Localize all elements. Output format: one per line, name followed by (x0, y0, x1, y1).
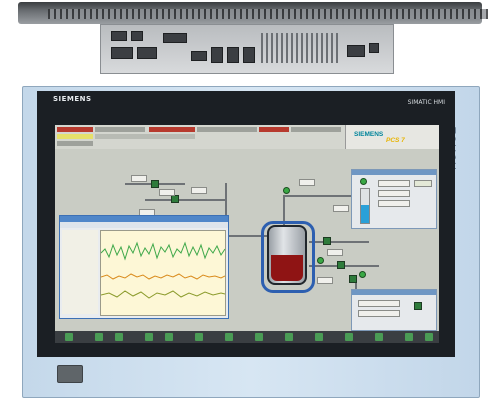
trend-legend (62, 230, 98, 314)
pipe (283, 195, 353, 197)
pipe (145, 199, 225, 201)
value-tag[interactable] (159, 189, 175, 196)
trend-toolbar[interactable] (60, 222, 228, 228)
valve-icon[interactable] (349, 275, 357, 283)
pump-icon[interactable] (359, 271, 366, 278)
trend-curve-orange (100, 273, 226, 280)
model-label: SIMATIC HMI (407, 99, 445, 106)
status-field (291, 127, 341, 132)
nav-button[interactable] (115, 333, 123, 341)
port-connector (137, 47, 157, 59)
screen: SIEMENS SIMATIC HMI SIEMENS PCS 7 (37, 91, 455, 357)
reactor-liquid (271, 255, 303, 281)
vent-grille (261, 33, 341, 63)
status-field (197, 127, 257, 132)
port-connector (111, 31, 127, 41)
alarm-field[interactable] (259, 127, 289, 132)
value-tag[interactable] (378, 190, 410, 197)
alarm-field[interactable] (57, 127, 93, 132)
hmi-header: SIEMENS PCS 7 (55, 125, 439, 149)
panel-bezel: TOUCH SIEMENS SIMATIC HMI SIEMENS PCS 7 (22, 86, 480, 398)
vent-grille (48, 9, 488, 19)
level-bar-fill (361, 205, 369, 223)
trend-curves (100, 241, 226, 299)
hmi-display[interactable]: SIEMENS PCS 7 (55, 125, 439, 343)
warning-field[interactable] (57, 134, 93, 139)
value-tag[interactable] (327, 249, 343, 256)
value-tag[interactable] (414, 180, 432, 187)
nav-button[interactable] (255, 333, 263, 341)
nav-button[interactable] (165, 333, 173, 341)
nav-button[interactable] (65, 333, 73, 341)
nav-button[interactable] (345, 333, 353, 341)
panel-top-edge (18, 2, 488, 24)
pump-icon[interactable] (283, 187, 290, 194)
port-connector (227, 47, 239, 63)
pipe (309, 241, 369, 243)
value-tag[interactable] (299, 179, 315, 186)
status-field (95, 127, 145, 132)
trend-curve-olive (100, 290, 226, 299)
value-tag[interactable] (358, 300, 400, 307)
value-tag[interactable] (378, 200, 410, 207)
value-tag[interactable] (333, 205, 349, 212)
status-field (57, 141, 93, 146)
usb-port-icon (57, 365, 83, 383)
status-indicator-icon (360, 178, 367, 185)
alarm-field[interactable] (149, 127, 195, 132)
hmi-brand-box: SIEMENS PCS 7 (345, 125, 439, 149)
valve-icon[interactable] (337, 261, 345, 269)
port-connector (243, 47, 255, 63)
value-tag[interactable] (131, 175, 147, 182)
port-connector (347, 45, 365, 57)
nav-button[interactable] (375, 333, 383, 341)
nav-button[interactable] (405, 333, 413, 341)
nav-button[interactable] (145, 333, 153, 341)
nav-button[interactable] (425, 333, 433, 341)
trend-plot (100, 230, 226, 316)
hmi-taskbar (55, 331, 439, 343)
port-connector (163, 33, 187, 43)
status-field (149, 134, 195, 139)
trend-window[interactable] (59, 215, 229, 319)
valve-icon[interactable] (171, 195, 179, 203)
level-bar (360, 188, 370, 224)
port-connector (211, 47, 223, 63)
nav-button[interactable] (95, 333, 103, 341)
nav-button[interactable] (225, 333, 233, 341)
brand-logo: SIEMENS (53, 95, 92, 103)
faceplate-titlebar[interactable] (352, 170, 436, 175)
port-connector (131, 31, 143, 41)
reactor-icon[interactable] (267, 225, 307, 285)
rear-port-panel (100, 24, 394, 74)
nav-button[interactable] (315, 333, 323, 341)
nav-button[interactable] (195, 333, 203, 341)
valve-icon[interactable] (414, 302, 422, 310)
value-tag[interactable] (317, 277, 333, 284)
trend-curve-green (100, 241, 226, 261)
port-connector (369, 43, 379, 53)
hmi-product: PCS 7 (386, 137, 405, 144)
hmi-brand: SIEMENS (354, 131, 384, 138)
pump-icon[interactable] (317, 257, 324, 264)
nav-button[interactable] (285, 333, 293, 341)
valve-icon[interactable] (151, 180, 159, 188)
valve-icon[interactable] (323, 237, 331, 245)
port-connector (191, 51, 207, 61)
faceplate-titlebar[interactable] (352, 290, 436, 295)
value-tag[interactable] (191, 187, 207, 194)
port-connector (111, 47, 133, 59)
value-tag[interactable] (378, 180, 410, 187)
faceplate-window[interactable] (351, 289, 437, 331)
value-tag[interactable] (358, 310, 400, 317)
faceplate-window[interactable] (351, 169, 437, 229)
